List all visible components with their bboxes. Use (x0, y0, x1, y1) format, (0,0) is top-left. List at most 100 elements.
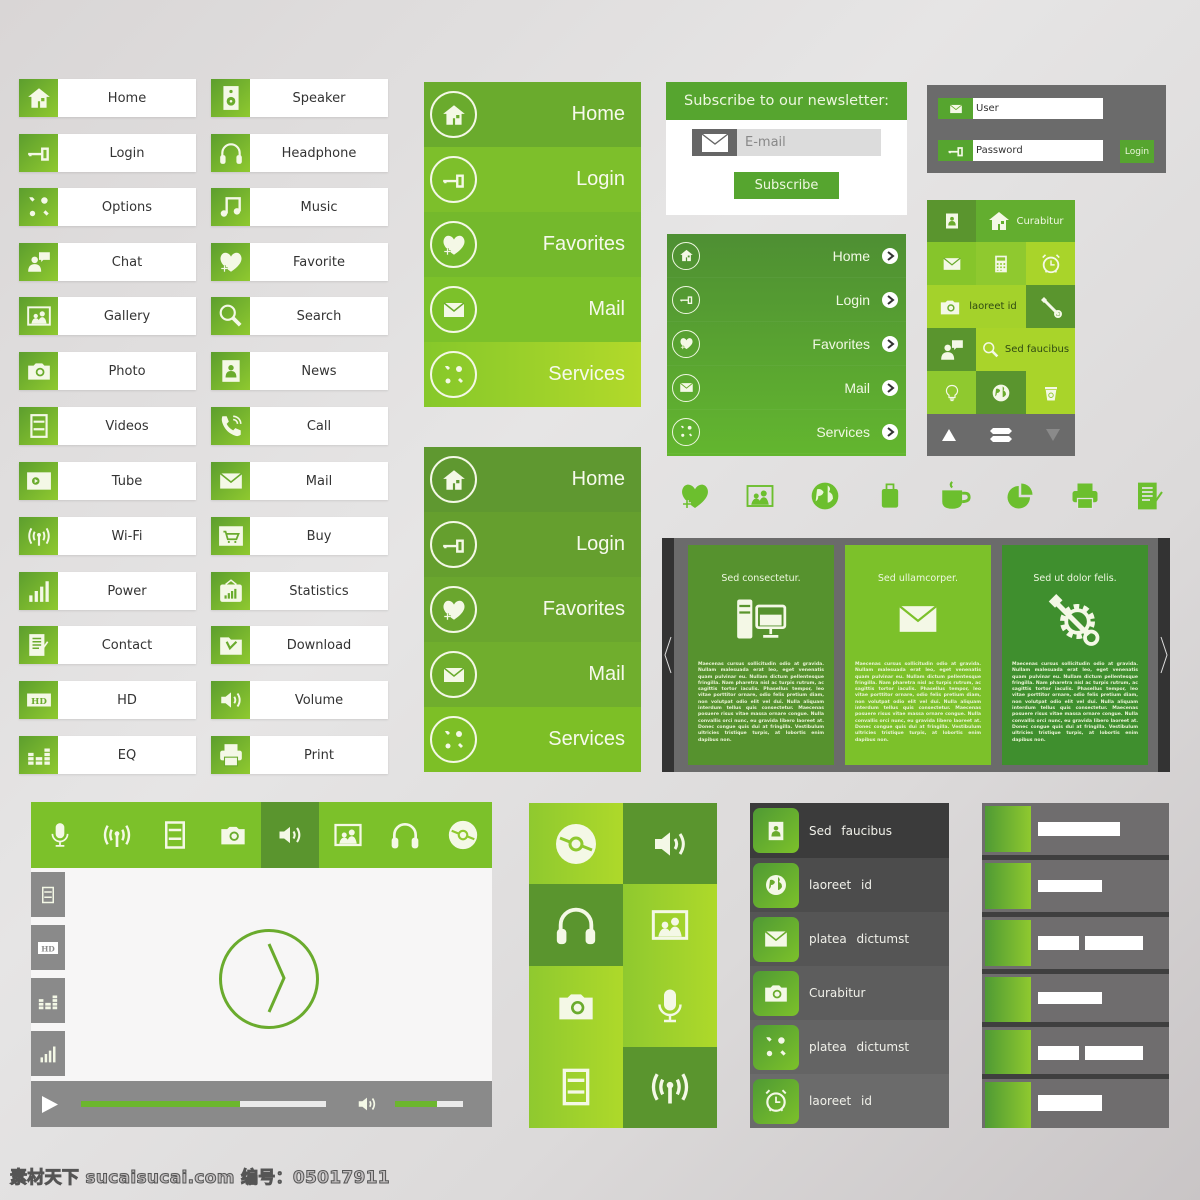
camera-tile[interactable] (529, 965, 623, 1047)
big-menu-top-favorites[interactable]: Favorites (424, 212, 641, 277)
tile-chat[interactable] (927, 328, 976, 371)
big-menu-top-login[interactable]: Login (424, 147, 641, 212)
gallery-tile[interactable] (623, 884, 717, 966)
button-chat[interactable]: Chat (19, 243, 196, 281)
arrow-nav-home[interactable]: Home (667, 234, 906, 278)
list-item[interactable]: platea dictumst (750, 912, 949, 966)
button-mail[interactable]: Mail (211, 462, 388, 500)
button-speaker[interactable]: Speaker (211, 79, 388, 117)
progress-bar[interactable] (81, 1101, 326, 1107)
tile-curabitur[interactable]: Curabitur (976, 200, 1075, 242)
wifi-tile[interactable] (623, 1046, 717, 1128)
tile-wrench[interactable] (1026, 285, 1075, 328)
arrow-nav-mail[interactable]: Mail (667, 366, 906, 410)
button-buy[interactable]: Buy (211, 517, 388, 555)
headphone-icon[interactable] (377, 802, 435, 868)
button-volume[interactable]: Volume (211, 681, 388, 719)
big-menu-top-mail[interactable]: Mail (424, 277, 641, 342)
tile-bulb[interactable] (927, 371, 976, 414)
button-home[interactable]: Home (19, 79, 196, 117)
player-side-film[interactable] (31, 872, 65, 917)
slider-card[interactable]: Sed consectetur. Maecenas cursus sollici… (688, 545, 834, 765)
button-tube[interactable]: Tube (19, 462, 196, 500)
slider-card[interactable]: Sed ullamcorper. Maecenas cursus sollici… (845, 545, 991, 765)
slider-card[interactable]: Sed ut dolor felis. Maecenas cursus soll… (1002, 545, 1148, 765)
pie-chart-icon[interactable] (1000, 478, 1040, 514)
list-item[interactable]: Curabitur (750, 966, 949, 1020)
big-menu-top-home[interactable]: Home (424, 82, 641, 147)
big-menu-bottom-mail[interactable]: Mail (424, 642, 641, 707)
volume-bar[interactable] (395, 1101, 463, 1107)
tile-calculator[interactable] (976, 242, 1026, 285)
player-side-eq[interactable] (31, 978, 65, 1023)
button-statistics[interactable]: Statistics (211, 572, 388, 610)
coffee-cup-icon[interactable] (935, 478, 975, 514)
list-item[interactable] (982, 974, 1169, 1026)
volume-icon[interactable] (261, 802, 319, 868)
button-news[interactable]: News (211, 352, 388, 390)
document-edit-icon[interactable] (1130, 478, 1170, 514)
globe-icon[interactable] (805, 478, 845, 514)
button-search[interactable]: Search (211, 297, 388, 335)
tile-sed-faucibus[interactable]: Sed faucibus (976, 328, 1075, 371)
subscribe-button[interactable]: Subscribe (734, 172, 839, 199)
wifi-icon[interactable] (89, 802, 147, 868)
button-print[interactable]: Print (211, 736, 388, 774)
gallery-icon[interactable] (319, 802, 377, 868)
gallery-icon[interactable] (740, 478, 780, 514)
printer-icon[interactable] (1065, 478, 1105, 514)
arrow-nav-services[interactable]: Services (667, 410, 906, 454)
player-side-signal[interactable] (31, 1031, 65, 1076)
list-item[interactable] (982, 1027, 1169, 1079)
tile-contacts[interactable] (927, 200, 976, 242)
microphone-icon[interactable] (31, 802, 89, 868)
volume-tile[interactable] (623, 803, 717, 885)
button-gallery[interactable]: Gallery (19, 297, 196, 335)
button-videos[interactable]: Videos (19, 407, 196, 445)
volume-icon[interactable] (354, 1093, 380, 1115)
tile-globe[interactable] (976, 371, 1026, 414)
play-circle-button[interactable] (219, 929, 319, 1029)
arrow-nav-login[interactable]: Login (667, 278, 906, 322)
list-item[interactable] (982, 860, 1169, 912)
list-item[interactable]: Sed faucibus (750, 803, 949, 858)
list-item[interactable] (982, 803, 1169, 855)
luggage-icon[interactable] (870, 478, 910, 514)
big-menu-bottom-services[interactable]: Services (424, 707, 641, 772)
button-power[interactable]: Power (19, 572, 196, 610)
login-button[interactable]: Login (1120, 140, 1154, 163)
user-field[interactable]: User (938, 98, 1103, 119)
list-item[interactable]: laoreet id (750, 1074, 949, 1128)
film-tile[interactable] (529, 1046, 623, 1128)
button-favorite[interactable]: Favorite (211, 243, 388, 281)
big-menu-top-services[interactable]: Services (424, 342, 641, 407)
button-photo[interactable]: Photo (19, 352, 196, 390)
newsletter-email-input[interactable]: E-mail (692, 129, 881, 156)
play-icon[interactable] (41, 1095, 59, 1114)
film-icon[interactable] (146, 802, 204, 868)
button-call[interactable]: Call (211, 407, 388, 445)
list-item[interactable]: laoreet id (750, 858, 949, 912)
password-field[interactable]: Password (938, 140, 1103, 161)
tile-trash[interactable] (1026, 371, 1075, 414)
heart-add-icon[interactable] (675, 478, 715, 514)
button-options[interactable]: Options (19, 188, 196, 226)
arrow-up-icon[interactable] (941, 428, 957, 442)
big-menu-bottom-login[interactable]: Login (424, 512, 641, 577)
button-contact[interactable]: Contact (19, 626, 196, 664)
button-wi-fi[interactable]: Wi-Fi (19, 517, 196, 555)
tile-alarm[interactable] (1026, 242, 1075, 285)
tile-mail[interactable] (927, 242, 976, 285)
tile-laoreet[interactable]: laoreet id (927, 285, 1026, 328)
big-menu-bottom-favorites[interactable]: Favorites (424, 577, 641, 642)
button-headphone[interactable]: Headphone (211, 134, 388, 172)
list-item[interactable]: platea dictumst (750, 1020, 949, 1074)
slider-prev-button[interactable] (662, 538, 674, 772)
disc-icon[interactable] (434, 802, 492, 868)
big-menu-bottom-home[interactable]: Home (424, 447, 641, 512)
player-side-hd[interactable]: HD (31, 925, 65, 970)
camera-icon[interactable] (204, 802, 262, 868)
menu-toggle-icon[interactable] (989, 426, 1013, 444)
microphone-tile[interactable] (623, 965, 717, 1047)
arrow-down-icon[interactable] (1045, 428, 1061, 442)
